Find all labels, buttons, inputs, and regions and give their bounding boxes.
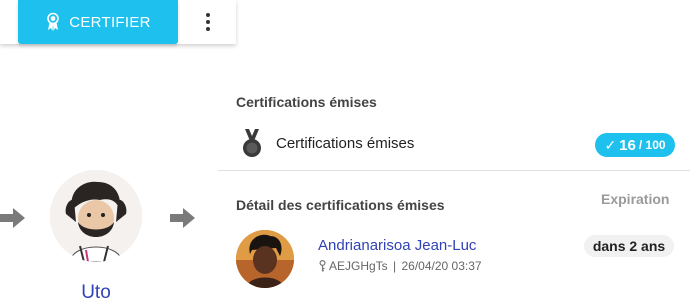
recipient-name-link[interactable]: Andrianarisoa Jean-Luc	[318, 237, 476, 254]
expiry-badge: dans 2 ans	[584, 235, 674, 257]
certification-count: 16	[619, 136, 636, 154]
toolbar: CERTIFIER	[0, 0, 236, 44]
arrow-right-icon	[170, 208, 195, 228]
recipient-avatar[interactable]	[236, 230, 294, 288]
details-section-title: Détail des certifications émises	[236, 197, 445, 213]
award-ribbon-icon	[47, 12, 59, 31]
user-name-link[interactable]: Uto	[50, 282, 142, 304]
more-vertical-icon	[206, 13, 210, 17]
user-avatar-image	[50, 170, 142, 262]
more-options-button[interactable]	[196, 8, 220, 36]
key-icon	[319, 260, 326, 272]
recipient-date: 26/04/20 03:37	[401, 259, 482, 273]
avatar[interactable]	[50, 170, 142, 262]
summary-section-title: Certifications émises	[236, 94, 377, 110]
meta-separator: |	[389, 259, 400, 273]
divider	[218, 170, 690, 171]
recipient-meta: AEJGHgTs | 26/04/20 03:37	[318, 259, 482, 273]
recipient-key: AEJGHgTs	[329, 259, 388, 273]
certifications-row-label: Certifications émises	[276, 135, 415, 152]
check-icon: ✓	[604, 136, 617, 153]
certification-count-badge: ✓ 16 / 100	[595, 133, 675, 157]
arrow-right-icon	[0, 208, 25, 228]
medal-icon	[243, 129, 261, 157]
expiration-column-header: Expiration	[601, 191, 670, 207]
certify-button[interactable]: CERTIFIER	[18, 0, 178, 44]
certification-total: / 100	[638, 138, 666, 152]
recipient-avatar-image	[236, 230, 294, 288]
certify-button-label: CERTIFIER	[69, 13, 151, 31]
